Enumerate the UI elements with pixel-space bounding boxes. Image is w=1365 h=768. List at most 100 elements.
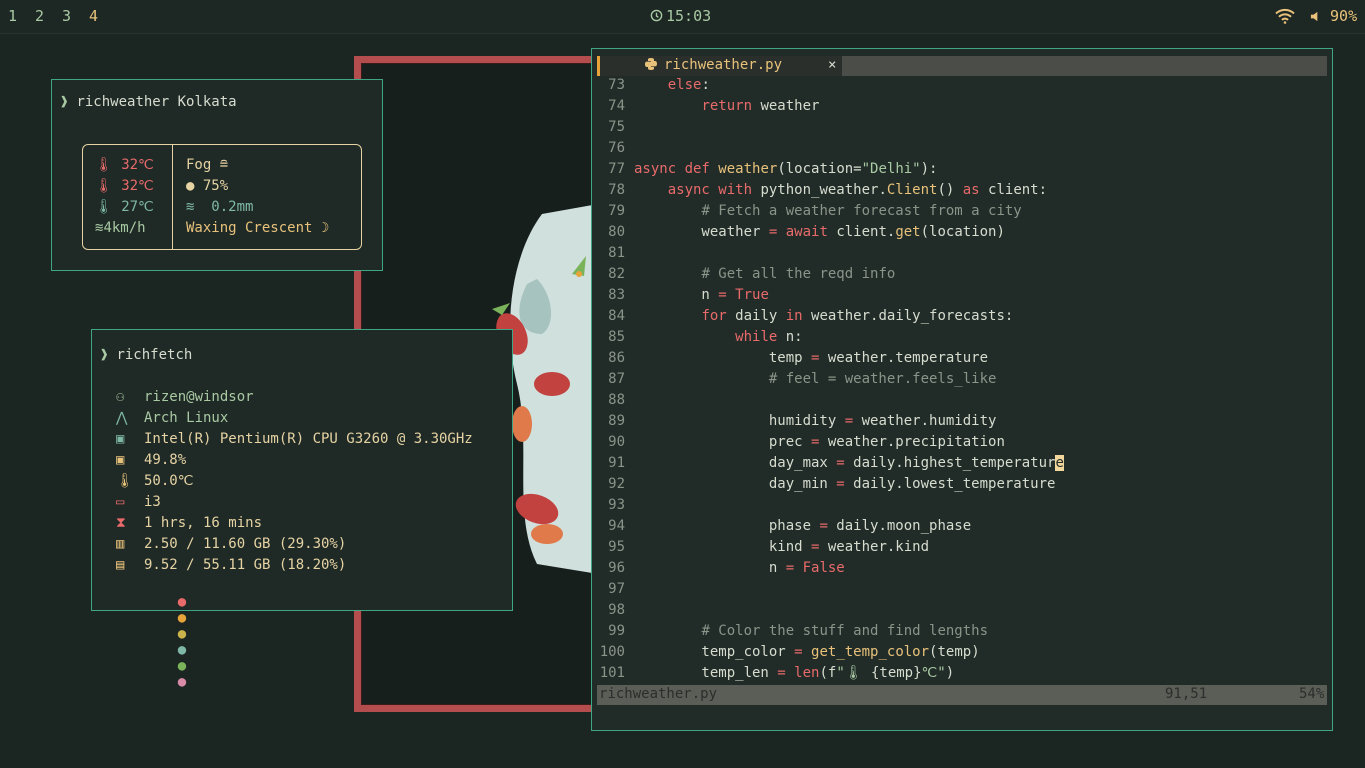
code-line-77: async def weather(location="Delhi"):: [634, 161, 938, 177]
line-number: 86: [608, 350, 625, 366]
wifi-icon[interactable]: [1275, 8, 1295, 24]
line-number: 97: [608, 581, 625, 597]
disk-icon: ▤: [116, 557, 125, 573]
line-number: 77: [608, 161, 625, 177]
weather-feels: 🌡 32℃: [95, 178, 154, 194]
fetch-command: richfetch: [116, 347, 193, 363]
min-temp-value: 27℃: [121, 199, 154, 215]
line-number: 99: [608, 623, 625, 639]
line-number: 78: [608, 182, 625, 198]
code-line-86: temp = weather.temperature: [634, 350, 989, 366]
line-number: 81: [608, 245, 625, 261]
weather-moon: Waxing Crescent ☽: [186, 220, 329, 236]
weather-humidity: ● 75%: [186, 178, 228, 194]
color-palette: ● ● ● ● ● ●: [144, 578, 186, 706]
prompt-symbol: ❱: [60, 94, 69, 110]
code-line-79: # Fetch a weather forecast from a city: [701, 203, 1022, 219]
weather-temp: 🌡 32℃: [95, 157, 154, 173]
weather-precip: ≋ 0.2mm: [186, 199, 253, 215]
code-area[interactable]: 73 74 75 76 77 78 79 80 81 82 83 84 85 8…: [592, 77, 1332, 685]
python-icon: [644, 57, 658, 75]
palette-dot-orange: ●: [177, 610, 187, 626]
fetch-row-os: ⋀ Arch Linux: [116, 410, 229, 426]
fetch-prompt: ❱ richfetch: [100, 347, 192, 363]
weather-panel: 🌡 32℃ 🌡 32℃ 🌡 27℃ ≋ 4km/h Fog ≘ ● 75% ≋ 0…: [82, 144, 362, 250]
code-line-87: # feel = weather.feels_like: [768, 371, 997, 387]
code-line-84: for daily in weather.daily_forecasts:: [701, 308, 1014, 324]
code-line-80: weather = await client.get(location): [634, 224, 1005, 240]
prompt-symbol: ❱: [100, 347, 109, 363]
weather-command: richweather Kolkata: [76, 94, 237, 110]
fetch-row-cpu: ▣ Intel(R) Pentium(R) CPU G3260 @ 3.30GHz: [116, 431, 473, 447]
status-bar: 1 2 3 4 15:03 90%: [0, 0, 1365, 34]
rain-icon: ≋: [186, 199, 212, 215]
line-number: 93: [608, 497, 625, 513]
line-number: 96: [608, 560, 625, 576]
status-position: 91,51: [1165, 686, 1208, 702]
status-line: richweather.py 91,51 54%: [597, 685, 1327, 705]
line-number: 73: [608, 77, 625, 93]
code-line-91: day_max = daily.highest_temperature: [634, 455, 1064, 471]
fog-icon: ≘: [219, 157, 229, 173]
thermometer-down-icon: 🌡: [95, 199, 122, 215]
clock-time: 15:03: [666, 7, 712, 25]
code-line-96: n = False: [634, 560, 845, 576]
code-line-83: n = True: [634, 287, 769, 303]
code-line-74: return weather: [701, 98, 820, 114]
line-number: 100: [599, 644, 625, 660]
workspace-1[interactable]: 1: [8, 7, 17, 25]
humidity-value: 75%: [202, 178, 229, 194]
line-number: 95: [608, 539, 625, 555]
text-cursor: e: [1055, 455, 1064, 471]
feels-like-value: 32℃: [121, 178, 154, 194]
editor-window[interactable]: richweather.py × 73 74 75 76 77 78 79 80…: [591, 48, 1333, 731]
weather-terminal[interactable]: ❱ richweather Kolkata 🌡 32℃ 🌡 32℃ 🌡 27℃ ≋…: [51, 79, 383, 271]
volume[interactable]: 90%: [1310, 7, 1357, 25]
line-number: 74: [608, 98, 625, 114]
code-line-92: day_min = daily.lowest_temperature: [634, 476, 1056, 492]
thermometer-icon: 🌡: [116, 473, 134, 489]
line-number: 88: [608, 392, 625, 408]
workspace-3[interactable]: 3: [62, 7, 71, 25]
fetch-row-uptime: ⧗ 1 hrs, 16 mins: [116, 515, 263, 531]
thermometer-icon: 🌡: [95, 157, 122, 173]
wind-value: 4km/h: [103, 220, 146, 236]
line-number: 89: [608, 413, 625, 429]
fetch-row-user: ⚇ rizen@windsor: [116, 389, 254, 405]
code-line-94: phase = daily.moon_phase: [634, 518, 972, 534]
code-line-89: humidity = weather.humidity: [634, 413, 997, 429]
status-filename: richweather.py: [599, 686, 718, 702]
line-number: 92: [608, 476, 625, 492]
workspace-2[interactable]: 2: [35, 7, 44, 25]
moon-icon: ☽: [320, 220, 330, 236]
tab-richweather[interactable]: richweather.py ×: [597, 56, 842, 76]
weather-divider: [172, 145, 173, 249]
line-number: 85: [608, 329, 625, 345]
line-number: 98: [608, 602, 625, 618]
arch-icon: ⋀: [116, 410, 128, 426]
thermometer-up-icon: 🌡: [95, 178, 122, 194]
line-number: 79: [608, 203, 625, 219]
palette-dot-red: ●: [177, 594, 187, 610]
weather-kind-value: Fog: [186, 157, 212, 173]
code-line-85: while n:: [735, 329, 803, 345]
weather-kind: Fog ≘: [186, 157, 228, 173]
temperature-value: 32℃: [121, 157, 154, 173]
code-line-82: # Get all the reqd info: [701, 266, 896, 282]
line-number: 94: [608, 518, 625, 534]
memory-icon: ▥: [116, 536, 125, 552]
desktop-icon: ▭: [116, 494, 125, 510]
code-line-90: prec = weather.precipitation: [634, 434, 1005, 450]
line-number: 76: [608, 140, 625, 156]
code-line-78: async with python_weather.Client() as cl…: [667, 182, 1048, 198]
line-number: 75: [608, 119, 625, 135]
workspace-4[interactable]: 4: [89, 7, 98, 25]
richfetch-terminal[interactable]: ❱ richfetch ⚇ rizen@windsor ⋀ Arch Linux ▣ I…: [91, 329, 513, 690]
line-number: 84: [608, 308, 625, 324]
close-icon[interactable]: ×: [828, 57, 836, 73]
palette-dot-yellow: ●: [177, 626, 187, 642]
code-line-99: # Color the stuff and find lengths: [701, 623, 989, 639]
tab-bar: richweather.py ×: [597, 56, 1327, 76]
line-number: 101: [599, 665, 625, 681]
line-number: 90: [608, 434, 625, 450]
